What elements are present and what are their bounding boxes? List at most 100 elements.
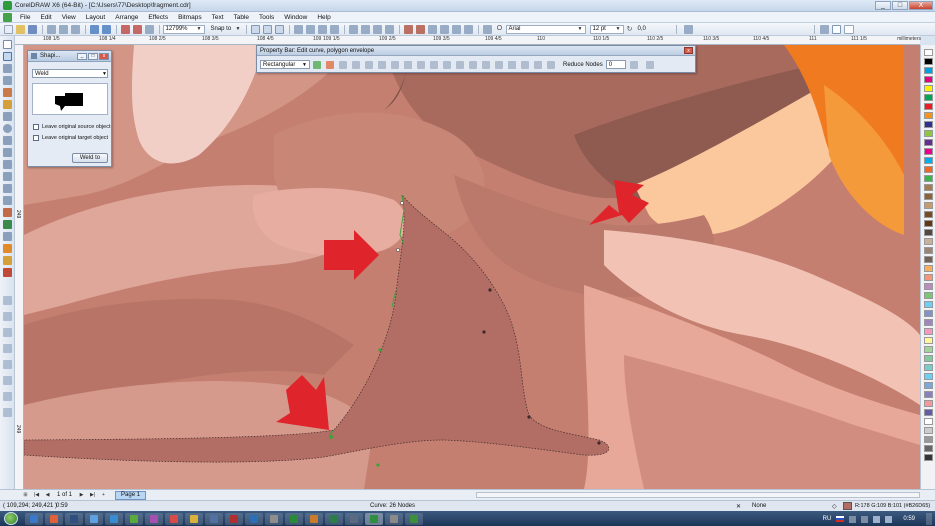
object-manager-icon[interactable] <box>3 328 12 337</box>
freehand-tool-icon[interactable] <box>3 88 12 97</box>
intersect-icon[interactable] <box>428 24 437 34</box>
menu-effects[interactable]: Effects <box>143 14 173 21</box>
object-properties-icon[interactable] <box>3 312 12 321</box>
page-frame-icon[interactable] <box>831 24 841 34</box>
copy-icon[interactable] <box>59 24 68 34</box>
color-swatch[interactable] <box>924 436 933 443</box>
align-docker-icon[interactable] <box>3 408 12 417</box>
color-swatch[interactable] <box>924 337 933 344</box>
reverse-direction-icon[interactable] <box>429 60 438 69</box>
color-swatch[interactable] <box>924 202 933 209</box>
color-swatch[interactable] <box>924 373 933 380</box>
smart-fill-icon[interactable] <box>3 100 12 109</box>
curve-node[interactable] <box>597 441 601 445</box>
options-icon[interactable] <box>646 60 655 69</box>
docker-minimize-button[interactable]: _ <box>77 53 87 60</box>
pick-tool-icon[interactable] <box>3 40 12 49</box>
color-swatch[interactable] <box>924 148 933 155</box>
join-nodes-icon[interactable] <box>338 60 347 69</box>
first-page-icon[interactable]: |◀ <box>33 492 40 499</box>
weld-icon[interactable] <box>404 24 413 34</box>
curve-node[interactable] <box>329 435 333 439</box>
trim-icon[interactable] <box>416 24 425 34</box>
front-minus-back-icon[interactable] <box>452 24 461 34</box>
paste-icon[interactable] <box>71 24 80 34</box>
zoom-in-icon[interactable] <box>349 24 358 34</box>
taskbar-app-button[interactable] <box>245 512 263 525</box>
color-swatch[interactable] <box>924 238 933 245</box>
menu-file[interactable]: File <box>15 14 35 21</box>
mirror-horizontal-icon[interactable] <box>507 60 516 69</box>
simplify-icon[interactable] <box>440 24 449 34</box>
outline-pen-icon[interactable] <box>3 232 12 241</box>
smooth-node-icon[interactable] <box>403 60 412 69</box>
ellipse-tool-icon[interactable] <box>3 124 12 133</box>
menu-text[interactable]: Text <box>207 14 229 21</box>
page-options-icon[interactable]: ⊞ <box>22 492 29 499</box>
blend-tool-icon[interactable] <box>3 208 12 217</box>
color-swatch[interactable] <box>924 67 933 74</box>
to-curve-icon[interactable] <box>377 60 386 69</box>
color-swatch[interactable] <box>924 139 933 146</box>
taskbar-app-button[interactable] <box>145 512 163 525</box>
redo-icon[interactable] <box>102 24 111 34</box>
taskbar-app-button[interactable] <box>85 512 103 525</box>
basic-shapes-icon[interactable] <box>3 148 12 157</box>
color-swatch[interactable] <box>924 184 933 191</box>
color-swatch[interactable] <box>924 382 933 389</box>
add-node-icon[interactable] <box>312 60 321 69</box>
property-bar-header[interactable]: Property Bar: Edit curve, polygon envelo… <box>257 46 695 56</box>
new-icon[interactable] <box>4 24 13 34</box>
checkbox-box[interactable] <box>33 135 39 141</box>
color-swatch[interactable] <box>924 211 933 218</box>
start-button[interactable] <box>4 512 18 525</box>
tray-icon[interactable] <box>861 515 869 523</box>
curve-node[interactable] <box>378 348 382 352</box>
taskbar-app-button[interactable] <box>65 512 83 525</box>
taskbar-app-button[interactable] <box>125 512 143 525</box>
color-swatch[interactable] <box>924 292 933 299</box>
docker-maximize-button[interactable]: □ <box>88 53 98 60</box>
taskbar-app-button[interactable] <box>365 512 383 525</box>
crop-tool-icon[interactable] <box>3 64 12 73</box>
table-tool-icon[interactable] <box>3 172 12 181</box>
color-docker-icon[interactable] <box>3 376 12 385</box>
pick-mode-icon[interactable] <box>251 24 260 34</box>
color-swatch[interactable] <box>924 454 933 461</box>
horizontal-scrollbar[interactable] <box>476 492 920 498</box>
eyedropper-icon[interactable] <box>3 220 12 229</box>
zoom-tool-icon[interactable] <box>3 76 12 85</box>
property-bar-close-button[interactable]: x <box>684 47 693 54</box>
zoom-page-icon[interactable] <box>373 24 382 34</box>
taskbar-app-button[interactable] <box>205 512 223 525</box>
snap-to-dropdown[interactable]: Snap to ▼ <box>209 25 243 34</box>
color-swatch[interactable] <box>924 328 933 335</box>
taskbar-app-button[interactable] <box>385 512 403 525</box>
interactive-fill-icon[interactable] <box>3 256 12 265</box>
shaping-mode-select[interactable]: Weld ▼ <box>32 69 108 78</box>
taskbar-app-button[interactable] <box>225 512 243 525</box>
mesh-fill-icon[interactable] <box>3 268 12 277</box>
lens-docker-icon[interactable] <box>3 392 12 401</box>
document-icon[interactable] <box>3 12 12 22</box>
color-swatch[interactable] <box>924 49 933 56</box>
color-swatch[interactable] <box>924 418 933 425</box>
taskbar-app-button[interactable] <box>405 512 423 525</box>
close-button[interactable]: X <box>909 1 933 10</box>
delete-node-icon[interactable] <box>325 60 334 69</box>
extend-curve-icon[interactable] <box>442 60 451 69</box>
horizontal-ruler[interactable]: 108 1/5 108 1/4 108 2/5 108 3/5 108 4/5 … <box>15 36 920 45</box>
lock-icon[interactable] <box>819 24 829 34</box>
flag-icon[interactable] <box>836 516 845 522</box>
network-icon[interactable] <box>885 515 893 523</box>
taskbar-app-button[interactable] <box>105 512 123 525</box>
envelope-icon[interactable] <box>275 24 284 34</box>
dimension-tool-icon[interactable] <box>3 184 12 193</box>
weld-to-button[interactable]: Weld to <box>72 153 108 163</box>
color-swatch[interactable] <box>924 112 933 119</box>
zoom-level-select[interactable]: 12799% ▼ <box>162 24 205 34</box>
taskbar-app-button[interactable] <box>45 512 63 525</box>
show-desktop-button[interactable] <box>926 513 932 525</box>
menu-edit[interactable]: Edit <box>35 14 56 21</box>
color-swatch[interactable] <box>924 355 933 362</box>
